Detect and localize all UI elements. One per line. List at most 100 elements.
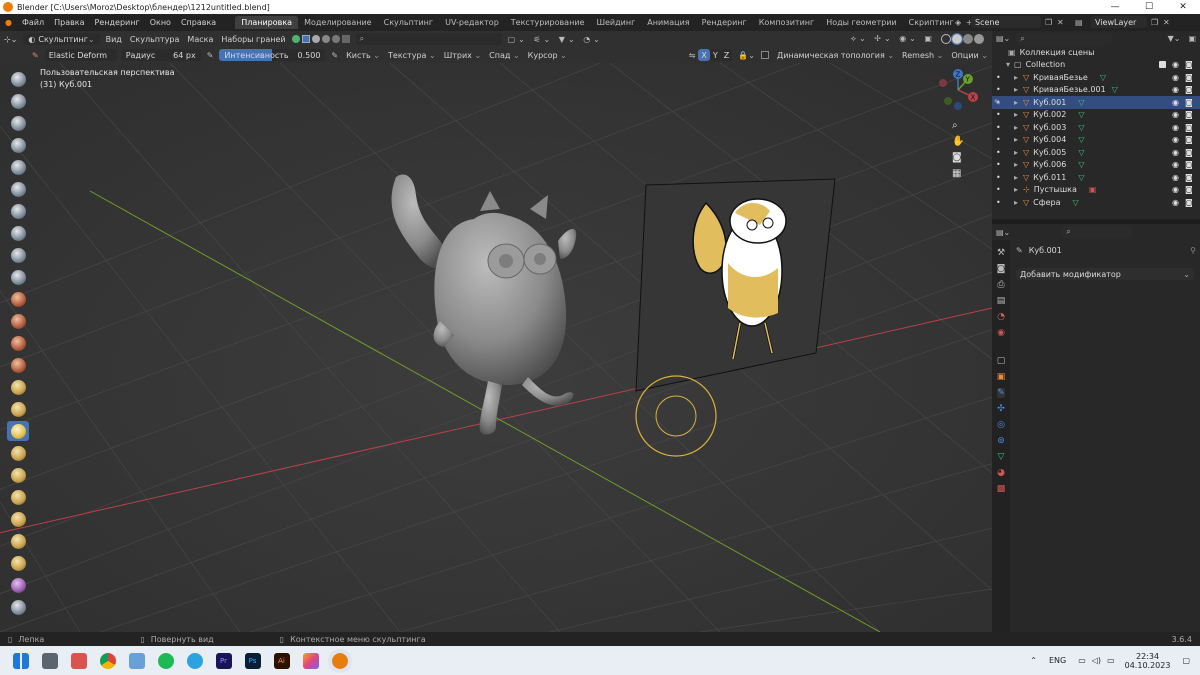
- object-tab-icon[interactable]: ▣: [997, 372, 1006, 382]
- scene-name-field[interactable]: Scene: [971, 16, 1041, 28]
- tab-shading[interactable]: Шейдинг: [590, 16, 641, 29]
- select-dot-icon[interactable]: •: [996, 198, 1004, 207]
- mode-dropdown[interactable]: ◐ Скульптинг: [23, 33, 100, 45]
- outliner-item[interactable]: • ▸ ▽ Куб.011 ▽ ◉ ◙: [992, 171, 1200, 184]
- brush-name-field[interactable]: Elastic Deform: [44, 49, 117, 61]
- outliner-item[interactable]: • ▸ ▽ Куб.005 ▽ ◉ ◙: [992, 146, 1200, 159]
- outliner-item[interactable]: • ▸ ▽ Куб.002 ▽ ◉ ◙: [992, 109, 1200, 122]
- viewport-shading-buttons[interactable]: [941, 33, 984, 45]
- visibility-eye-icon[interactable]: ◉: [1172, 73, 1179, 82]
- render-camera-icon[interactable]: ◙: [1185, 160, 1193, 169]
- chrome-icon[interactable]: [99, 652, 116, 669]
- visibility-eye-icon[interactable]: ◉: [1172, 160, 1179, 169]
- add-modifier-dropdown[interactable]: Добавить модификатор ⌄: [1016, 268, 1194, 280]
- tab-modeling[interactable]: Моделирование: [298, 16, 378, 29]
- volume-icon[interactable]: ◁): [1092, 656, 1101, 665]
- world-tab-icon[interactable]: ◉: [997, 328, 1005, 338]
- render-camera-icon[interactable]: ◙: [1185, 135, 1193, 144]
- expand-arrow-icon[interactable]: ▸: [1004, 85, 1018, 94]
- render-camera-icon[interactable]: ◙: [1185, 85, 1193, 94]
- expand-arrow-icon[interactable]: ▸: [1004, 185, 1018, 194]
- delete-view-layer-button[interactable]: ✕: [1163, 18, 1175, 27]
- visibility-eye-icon[interactable]: ◉: [1172, 85, 1179, 94]
- fill-tool[interactable]: [7, 311, 29, 331]
- particles-tab-icon[interactable]: ✣: [997, 404, 1005, 414]
- select-dot-icon[interactable]: •: [996, 85, 1004, 94]
- tray-chevron-icon[interactable]: ⌃: [1030, 656, 1037, 665]
- snake-hook-tool[interactable]: [7, 443, 29, 463]
- draw-sharp-tool[interactable]: [7, 91, 29, 111]
- delete-scene-button[interactable]: ✕: [1057, 18, 1069, 27]
- grab-tool[interactable]: [7, 399, 29, 419]
- filter-icon[interactable]: ▼⌄: [1168, 34, 1181, 43]
- clay-thumb-tool[interactable]: [7, 157, 29, 177]
- scene-tab-icon[interactable]: ◔: [997, 312, 1005, 322]
- menu-edit[interactable]: Правка: [49, 18, 89, 27]
- expand-arrow-icon[interactable]: ▸: [1004, 98, 1018, 107]
- falloff-menu[interactable]: Спад: [485, 51, 524, 60]
- spotify-icon[interactable]: [157, 652, 174, 669]
- symmetry-icon[interactable]: ⇋: [689, 51, 696, 60]
- dyntopo-checkbox[interactable]: [760, 51, 769, 59]
- clay-strips-tool[interactable]: [7, 135, 29, 155]
- render-camera-icon[interactable]: ◙: [1185, 198, 1193, 207]
- select-dot-icon[interactable]: •: [996, 173, 1004, 182]
- scene-icon[interactable]: ◈: [955, 18, 971, 27]
- filter-icons[interactable]: ▢⌄ ⚟⌄ ▼⌄ ◔⌄: [508, 35, 603, 44]
- physics-tab-icon[interactable]: ◎: [997, 420, 1005, 430]
- expand-arrow-icon[interactable]: ▸: [1004, 198, 1018, 207]
- texture-tab-icon[interactable]: ▩: [997, 484, 1006, 494]
- dyntopo-menu[interactable]: Динамическая топология: [773, 51, 898, 60]
- brush-menu[interactable]: Кисть: [342, 51, 384, 60]
- thumb-tool[interactable]: [7, 465, 29, 485]
- edit-mode-icon[interactable]: ✎: [994, 98, 1001, 107]
- multiplane-scrape-tool[interactable]: [7, 355, 29, 375]
- nudge-tool[interactable]: [7, 509, 29, 529]
- outliner-item[interactable]: • ▸ ▽ Куб.001 ▽ ◉ ◙ ✎: [992, 96, 1200, 109]
- modifiers-tab-icon[interactable]: ✎: [997, 388, 1005, 398]
- crease-tool[interactable]: [7, 245, 29, 265]
- collection-visibility-icon[interactable]: ◉: [1172, 60, 1179, 69]
- select-dot-icon[interactable]: •: [996, 135, 1004, 144]
- menu-sculpt[interactable]: Скульптура: [126, 35, 184, 44]
- outliner-item[interactable]: • ▸ ▽ КриваяБезье.001 ▽ ◉ ◙: [992, 84, 1200, 97]
- outliner-editor-icon[interactable]: ▤⌄: [996, 34, 1010, 43]
- tab-geometry-nodes[interactable]: Ноды геометрии: [820, 16, 902, 29]
- tab-sculpting[interactable]: Скульптинг: [378, 16, 440, 29]
- maximize-button[interactable]: ☐: [1132, 2, 1166, 12]
- select-dot-icon[interactable]: •: [996, 73, 1004, 82]
- outliner-item[interactable]: • ▸ ▽ Сфера ▽ ◉ ◙: [992, 196, 1200, 209]
- strength-pressure-icon[interactable]: ✎: [331, 51, 338, 60]
- telegram-icon[interactable]: [186, 652, 203, 669]
- expand-arrow-icon[interactable]: ▸: [1004, 148, 1018, 157]
- shading-icons[interactable]: [291, 35, 350, 43]
- menu-mask[interactable]: Маска: [183, 35, 217, 44]
- blob-tool[interactable]: [7, 223, 29, 243]
- expand-arrow-icon[interactable]: ▸: [1004, 160, 1018, 169]
- expand-arrow-icon[interactable]: ▸: [1004, 73, 1018, 82]
- render-camera-icon[interactable]: ◙: [1185, 73, 1193, 82]
- expand-arrow-icon[interactable]: ▸: [1004, 135, 1018, 144]
- brush-icon[interactable]: ✎: [32, 51, 39, 60]
- render-camera-icon[interactable]: ◙: [1185, 98, 1193, 107]
- select-dot-icon[interactable]: •: [996, 185, 1004, 194]
- menu-render[interactable]: Рендеринг: [90, 18, 145, 27]
- layer-tool[interactable]: [7, 179, 29, 199]
- options-menu[interactable]: Опции: [947, 51, 992, 60]
- cloth-tool[interactable]: [7, 597, 29, 617]
- output-tab-icon[interactable]: ⎙: [997, 280, 1004, 290]
- render-camera-icon[interactable]: ◙: [1185, 148, 1193, 157]
- paint-app-icon[interactable]: [70, 652, 87, 669]
- outliner-item[interactable]: • ▸ ▽ Куб.004 ▽ ◉ ◙: [992, 134, 1200, 147]
- visibility-eye-icon[interactable]: ◉: [1172, 198, 1179, 207]
- tab-layout[interactable]: Планировка: [235, 16, 299, 29]
- strength-slider[interactable]: Интенсивность 0.500: [219, 49, 326, 61]
- battery-icon[interactable]: ▭: [1107, 656, 1115, 665]
- tab-texture-paint[interactable]: Текстурирование: [505, 16, 591, 29]
- tab-scripting[interactable]: Скриптинг: [903, 16, 960, 29]
- outliner-item[interactable]: • ▸ ▽ Куб.006 ▽ ◉ ◙: [992, 159, 1200, 172]
- tool-tab-icon[interactable]: ⚒: [997, 248, 1005, 258]
- expand-arrow-icon[interactable]: ▸: [1004, 123, 1018, 132]
- select-dot-icon[interactable]: •: [996, 123, 1004, 132]
- menu-view[interactable]: Вид: [102, 35, 126, 44]
